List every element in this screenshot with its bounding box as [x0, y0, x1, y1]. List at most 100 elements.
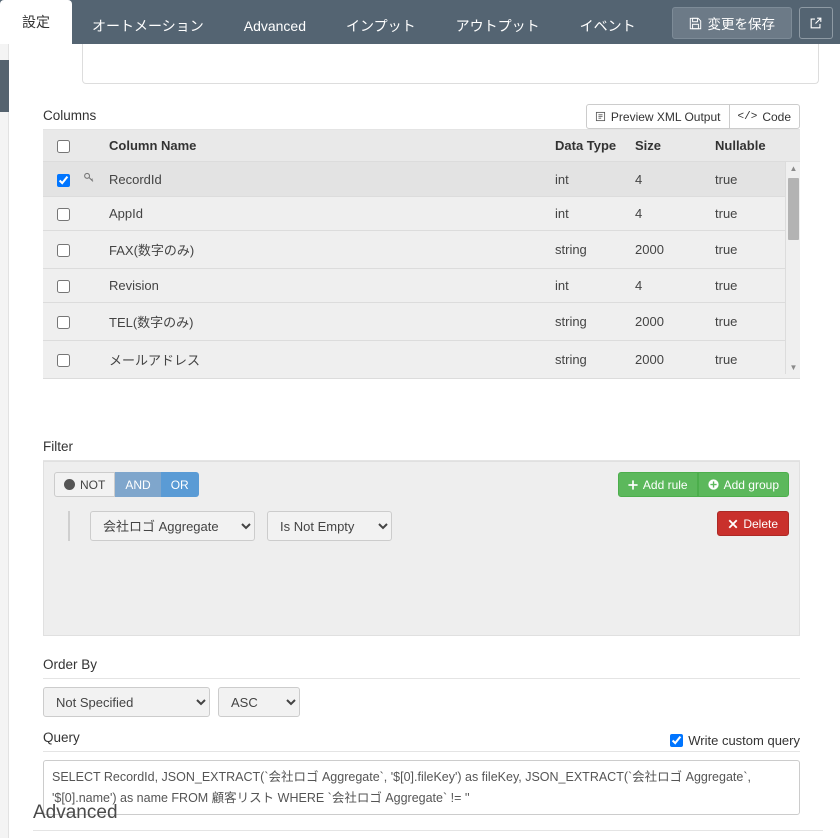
advanced-section: Advanced	[33, 802, 823, 831]
order-by-field-select[interactable]: Not Specified	[43, 687, 210, 717]
tab-settings-label: 設定	[22, 14, 50, 30]
scroll-up-arrow-icon[interactable]: ▲	[786, 162, 801, 175]
tab-automation-label: オートメーション	[92, 18, 204, 34]
scroll-down-arrow-icon[interactable]: ▼	[786, 361, 801, 374]
columns-table-scroll-area: RecordId int 4 true AppId int 4 true FAX(数字のみ) st…	[43, 162, 801, 380]
row-select-checkbox[interactable]	[57, 173, 70, 187]
tab-settings[interactable]: 設定	[0, 0, 72, 44]
order-by-section-label: Order By	[43, 657, 98, 672]
select-all-header	[43, 130, 83, 163]
radio-icon	[64, 479, 75, 490]
xml-preview-icon	[595, 111, 606, 122]
cell-name: FAX(数字のみ)	[109, 230, 555, 270]
add-group-label: Add group	[723, 477, 779, 492]
code-button[interactable]: </> Code	[729, 104, 800, 129]
cell-size: 4	[635, 268, 715, 304]
floppy-disk-icon	[689, 17, 702, 30]
row-select-cell	[43, 230, 83, 270]
write-custom-query-toggle[interactable]: Write custom query	[670, 733, 800, 748]
filter-condition-group: NOT AND OR	[54, 472, 199, 497]
tab-input-label: インプット	[346, 18, 416, 34]
key-icon	[83, 172, 96, 187]
delete-rule-button[interactable]: Delete	[717, 511, 789, 536]
external-link-icon[interactable]	[799, 7, 833, 39]
select-all-checkbox[interactable]	[57, 140, 70, 154]
filter-builder: NOT AND OR Add rule Add group 会社ロゴ Aggre…	[43, 461, 800, 636]
filter-operator-select[interactable]: Is Not Empty	[267, 511, 392, 541]
cell-type: int	[555, 162, 635, 198]
row-select-checkbox[interactable]	[57, 208, 70, 222]
row-select-cell	[43, 302, 83, 342]
primary-key-cell	[83, 230, 109, 270]
table-row[interactable]: TEL(数字のみ) string 2000 true	[43, 302, 800, 342]
table-row[interactable]: FAX(数字のみ) string 2000 true	[43, 230, 800, 270]
filter-field-select[interactable]: 会社ロゴ Aggregate	[90, 511, 255, 541]
columns-scrollbar-thumb[interactable]	[788, 178, 799, 241]
cell-name: AppId	[109, 196, 555, 232]
tab-input[interactable]: インプット	[326, 8, 436, 44]
filter-group-actions: Add rule Add group	[617, 472, 789, 497]
row-select-checkbox[interactable]	[57, 354, 70, 368]
primary-key-cell	[83, 340, 109, 380]
top-tab-bar: 設定 オートメーション Advanced インプット アウトプット イベント 変…	[0, 0, 840, 44]
cell-type: string	[555, 302, 635, 342]
table-row[interactable]: AppId int 4 true	[43, 196, 800, 232]
cell-size: 2000	[635, 340, 715, 380]
filter-not-toggle[interactable]: NOT	[54, 472, 116, 497]
row-select-checkbox[interactable]	[57, 316, 70, 330]
add-group-button[interactable]: Add group	[697, 472, 789, 497]
data-type-header: Data Type	[555, 130, 635, 163]
primary-key-cell	[83, 162, 109, 198]
columns-action-buttons: Preview XML Output </> Code	[585, 104, 800, 129]
order-by-section: Order By Not Specified ASC	[43, 657, 800, 717]
row-select-checkbox[interactable]	[57, 280, 70, 294]
cell-type: int	[555, 268, 635, 304]
filter-and-toggle[interactable]: AND	[115, 472, 161, 497]
tab-automation[interactable]: オートメーション	[72, 8, 224, 44]
order-by-direction-select[interactable]: ASC	[218, 687, 300, 717]
write-custom-query-label: Write custom query	[688, 733, 800, 748]
filter-not-label: NOT	[80, 477, 106, 492]
save-changes-button[interactable]: 変更を保存	[671, 7, 792, 39]
nullable-header: Nullable	[715, 130, 800, 163]
close-x-icon	[728, 519, 738, 529]
tab-output-label: アウトプット	[455, 18, 540, 34]
primary-key-cell	[83, 268, 109, 304]
table-row[interactable]: RecordId int 4 true	[43, 162, 800, 198]
tab-event[interactable]: イベント	[560, 8, 656, 44]
filter-group-header: NOT AND OR Add rule Add group	[54, 472, 789, 497]
page-scrollbar[interactable]	[0, 44, 9, 838]
table-row[interactable]: Revision int 4 true	[43, 268, 800, 304]
columns-header-row-cells: Column Name Data Type Size Nullable	[43, 130, 800, 163]
delete-rule-label: Delete	[743, 516, 778, 531]
preview-xml-output-label: Preview XML Output	[610, 109, 721, 124]
row-select-cell	[43, 268, 83, 304]
order-by-divider	[43, 678, 800, 679]
write-custom-query-checkbox[interactable]	[670, 734, 684, 747]
tab-output[interactable]: アウトプット	[436, 8, 560, 44]
columns-table-scrollbar[interactable]: ▲ ▼	[785, 162, 801, 375]
row-select-checkbox[interactable]	[57, 244, 70, 258]
query-divider	[43, 751, 800, 752]
preview-xml-output-button[interactable]: Preview XML Output	[585, 104, 730, 129]
primary-key-cell	[83, 302, 109, 342]
filter-and-label: AND	[125, 477, 151, 492]
page-scrollbar-thumb[interactable]	[0, 60, 9, 112]
filter-or-label: OR	[170, 477, 189, 492]
tab-advanced[interactable]: Advanced	[224, 8, 326, 44]
cell-type: string	[555, 230, 635, 270]
filter-or-toggle[interactable]: OR	[160, 472, 199, 497]
row-select-cell	[43, 196, 83, 232]
cell-name: TEL(数字のみ)	[109, 302, 555, 342]
code-icon: </>	[737, 110, 758, 123]
cell-type: string	[555, 340, 635, 380]
advanced-divider	[33, 830, 823, 831]
save-changes-label: 変更を保存	[707, 17, 776, 32]
cell-size: 2000	[635, 302, 715, 342]
add-rule-button[interactable]: Add rule	[617, 472, 698, 497]
table-row[interactable]: メールアドレス string 2000 true	[43, 340, 800, 380]
cell-size: 2000	[635, 230, 715, 270]
filter-rule-row: 会社ロゴ Aggregate Is Not Empty Delete	[68, 511, 789, 541]
primary-key-cell	[83, 196, 109, 232]
query-header-row: Query Write custom query	[43, 730, 800, 751]
